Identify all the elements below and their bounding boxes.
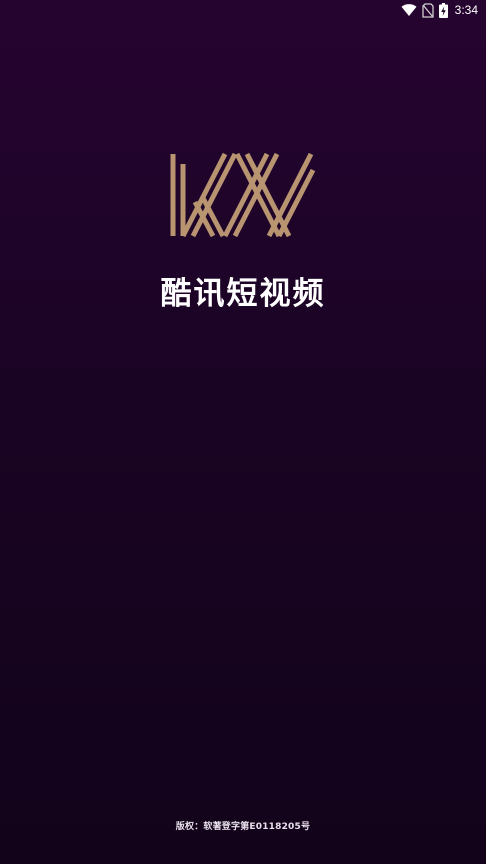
status-icons: 3:34 bbox=[401, 1, 478, 19]
status-bar: 3:34 bbox=[0, 0, 486, 22]
copyright-text: 版权：软著登字第E0118205号 bbox=[175, 822, 311, 832]
battery-charging-icon bbox=[438, 2, 448, 18]
status-time: 3:34 bbox=[454, 3, 478, 17]
wifi-icon bbox=[401, 4, 417, 16]
no-sim-icon bbox=[421, 2, 434, 18]
app-title: 酷讯短视频 bbox=[160, 276, 326, 312]
splash-screen: 3:34 KX 酷讯短视频 版权：软著登字第E0118205号 bbox=[0, 0, 486, 864]
kx-logo: KX bbox=[170, 152, 316, 238]
